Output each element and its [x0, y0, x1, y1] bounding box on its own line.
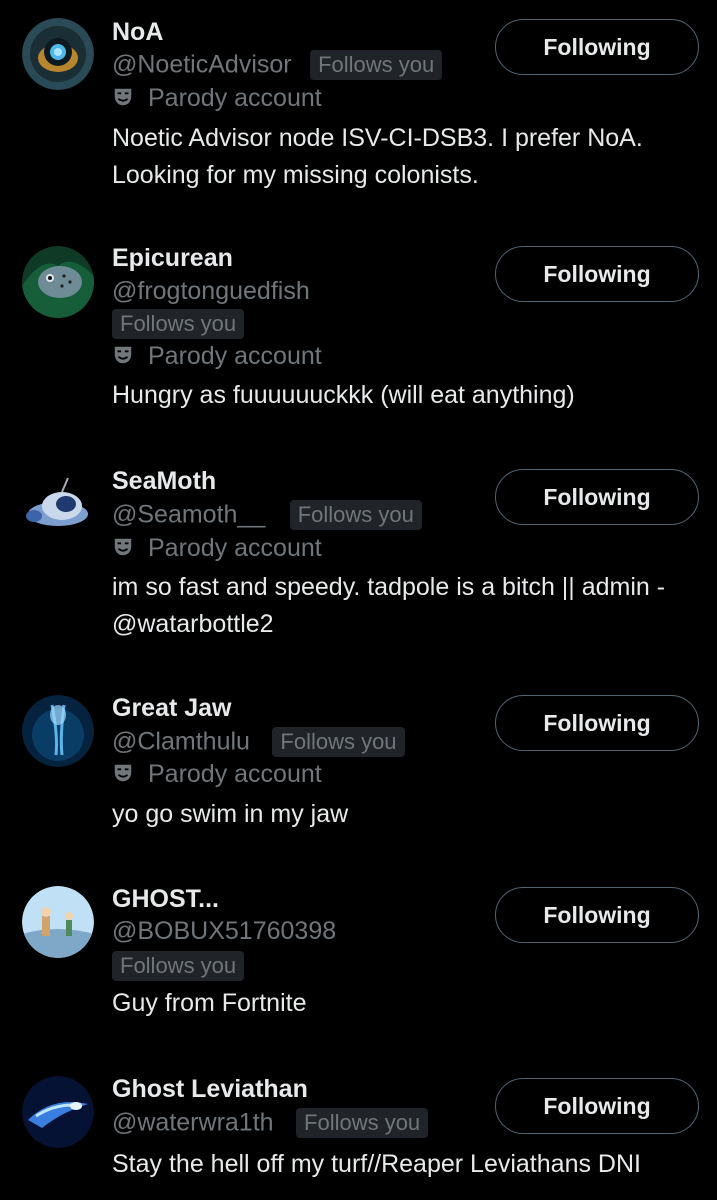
follows-you-badge: Follows you	[112, 951, 245, 981]
handle[interactable]: @NoeticAdvisor	[112, 51, 292, 79]
following-button[interactable]: Following	[495, 695, 699, 751]
parody-label: Parody account	[112, 84, 322, 113]
following-button[interactable]: Following	[495, 246, 699, 302]
avatar[interactable]	[22, 18, 94, 90]
avatar[interactable]	[22, 695, 94, 767]
handle[interactable]: @BOBUX51760398	[112, 917, 336, 945]
avatar[interactable]	[22, 886, 94, 958]
bio: Stay the hell off my turf//Reaper Leviat…	[112, 1150, 641, 1178]
display-name[interactable]: Great Jaw	[112, 694, 232, 723]
following-button[interactable]: Following	[495, 1078, 699, 1134]
parody-label: Parody account	[112, 760, 322, 789]
follows-you-badge: Follows you	[296, 1108, 429, 1138]
avatar[interactable]	[22, 1076, 94, 1148]
bio: Hungry as fuuuuuuckkk (will eat anything…	[112, 381, 575, 409]
theater-mask-icon	[114, 765, 132, 782]
bio: Guy from Fortnite	[112, 989, 307, 1017]
parody-label: Parody account	[112, 342, 322, 371]
bio: im so fast and speedy. tadpole is a bitc…	[112, 573, 666, 638]
parody-text: Parody account	[148, 84, 322, 112]
avatar[interactable]	[22, 246, 94, 318]
bio: yo go swim in my jaw	[112, 800, 349, 828]
display-name[interactable]: Ghost Leviathan	[112, 1075, 308, 1104]
following-button[interactable]: Following	[495, 19, 699, 75]
display-name[interactable]: GHOST...	[112, 885, 219, 914]
following-button[interactable]: Following	[495, 469, 699, 525]
handle[interactable]: @Clamthulu	[112, 728, 250, 756]
parody-text: Parody account	[148, 342, 322, 370]
handle[interactable]: @frogtonguedfish	[112, 277, 310, 305]
theater-mask-icon	[114, 347, 132, 364]
display-name[interactable]: Epicurean	[112, 244, 233, 273]
theater-mask-icon	[114, 539, 132, 556]
follows-you-badge: Follows you	[289, 500, 422, 530]
follows-you-badge: Follows you	[310, 50, 443, 80]
display-name[interactable]: NoA	[112, 18, 163, 47]
handle[interactable]: @waterwra1th	[112, 1109, 274, 1137]
handle[interactable]: @Seamoth__	[112, 501, 265, 529]
following-button[interactable]: Following	[495, 887, 699, 943]
theater-mask-icon	[114, 89, 132, 106]
bio: Noetic Advisor node ISV-CI-DSB3. I prefe…	[112, 124, 643, 189]
parody-text: Parody account	[148, 760, 322, 788]
follows-you-badge: Follows you	[112, 309, 245, 339]
parody-text: Parody account	[148, 534, 322, 562]
display-name[interactable]: SeaMoth	[112, 467, 216, 496]
parody-label: Parody account	[112, 534, 322, 563]
avatar[interactable]	[22, 470, 94, 542]
follows-you-badge: Follows you	[272, 727, 405, 757]
